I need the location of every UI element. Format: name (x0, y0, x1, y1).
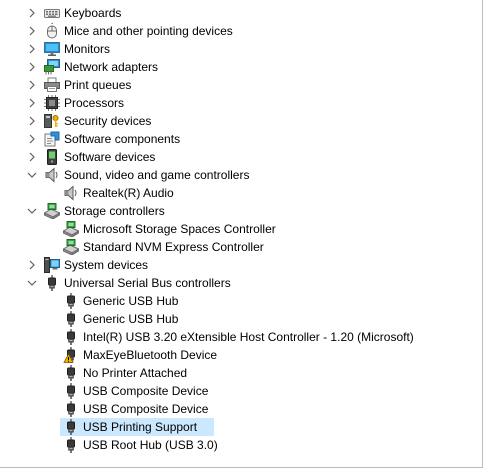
chevron-right-icon[interactable] (24, 22, 40, 40)
tree-item-label: Storage controllers (64, 204, 165, 218)
software-device-icon (44, 149, 60, 165)
tree-category-system-devices[interactable]: System devices (0, 256, 482, 274)
tree-device-no-printer-attached[interactable]: No Printer Attached (0, 364, 482, 382)
tree-device-usb-root-hub-usb-3-0[interactable]: USB Root Hub (USB 3.0) (0, 436, 482, 454)
tree-device-intel-r-usb-3-20-extensible-host-controller-1-20-microsoft[interactable]: Intel(R) USB 3.20 eXtensible Host Contro… (0, 328, 482, 346)
tree-category-print-queues[interactable]: Print queues (0, 76, 482, 94)
chevron-right-icon[interactable] (24, 256, 40, 274)
tree-category-mice-and-other-pointing-devices[interactable]: Mice and other pointing devices (0, 22, 482, 40)
usb-plug-icon (63, 401, 79, 417)
mouse-icon (44, 23, 60, 39)
tree-category-processors[interactable]: Processors (0, 94, 482, 112)
network-adapter-icon (44, 59, 60, 75)
tree-device-standard-nvm-express-controller[interactable]: Standard NVM Express Controller (0, 238, 482, 256)
tree-category-software-devices[interactable]: Software devices (0, 148, 482, 166)
tree-device-microsoft-storage-spaces-controller[interactable]: Microsoft Storage Spaces Controller (0, 220, 482, 238)
usb-plug-icon (63, 293, 79, 309)
chevron-down-icon[interactable] (24, 274, 40, 292)
device-tree[interactable]: Keyboards Mice and other pointing devices… (0, 0, 483, 468)
tree-device-realtek-r-audio[interactable]: Realtek(R) Audio (0, 184, 482, 202)
tree-category-software-components[interactable]: Software components (0, 130, 482, 148)
chevron-right-icon[interactable] (24, 40, 40, 58)
speaker-icon (63, 185, 79, 201)
speaker-icon (44, 167, 60, 183)
keyboard-icon (44, 5, 60, 21)
tree-item-label: MaxEyeBluetooth Device (83, 348, 218, 362)
usb-plug-icon (63, 383, 79, 399)
tree-item-label: Sound, video and game controllers (64, 168, 250, 182)
tree-item-label: Realtek(R) Audio (83, 186, 174, 200)
usb-plug-icon (44, 275, 60, 291)
tree-item-label: Standard NVM Express Controller (83, 240, 264, 254)
tree-item-label: USB Root Hub (USB 3.0) (83, 438, 218, 452)
usb-plug-icon (63, 329, 79, 345)
tree-item-label: No Printer Attached (83, 366, 188, 380)
tree-device-maxeyebluetooth-device[interactable]: MaxEyeBluetooth Device (0, 346, 482, 364)
tree-category-security-devices[interactable]: Security devices (0, 112, 482, 130)
storage-controller-icon (63, 221, 79, 237)
processor-icon (44, 95, 60, 111)
tree-item-label: Universal Serial Bus controllers (64, 276, 231, 290)
security-device-icon (44, 113, 60, 129)
tree-item-label: Mice and other pointing devices (64, 24, 233, 38)
software-component-icon (44, 131, 60, 147)
tree-device-usb-composite-device[interactable]: USB Composite Device (0, 400, 482, 418)
tree-item-label: USB Composite Device (83, 402, 209, 416)
tree-category-storage-controllers[interactable]: Storage controllers (0, 202, 482, 220)
tree-item-label: Network adapters (64, 60, 159, 74)
tree-device-generic-usb-hub[interactable]: Generic USB Hub (0, 292, 482, 310)
storage-controller-icon (44, 203, 60, 219)
tree-item-label: Software components (64, 132, 181, 146)
tree-device-generic-usb-hub[interactable]: Generic USB Hub (0, 310, 482, 328)
tree-item-label: Software devices (64, 150, 156, 164)
tree-item-label: Print queues (64, 78, 132, 92)
tree-item-label: Generic USB Hub (83, 294, 179, 308)
tree-item-label: USB Printing Support (83, 420, 198, 434)
usb-plug-icon (63, 437, 79, 453)
tree-item-label: Monitors (64, 42, 111, 56)
chevron-right-icon[interactable] (24, 58, 40, 76)
tree-item-label: Keyboards (64, 6, 122, 20)
chevron-right-icon[interactable] (24, 112, 40, 130)
tree-item-label: Microsoft Storage Spaces Controller (83, 222, 276, 236)
tree-item-label: Generic USB Hub (83, 312, 179, 326)
tree-item-label: USB Composite Device (83, 384, 209, 398)
tree-item-label: Intel(R) USB 3.20 eXtensible Host Contro… (83, 330, 414, 344)
usb-plug-warning-icon (63, 347, 79, 363)
tree-category-sound-video-and-game-controllers[interactable]: Sound, video and game controllers (0, 166, 482, 184)
tree-category-monitors[interactable]: Monitors (0, 40, 482, 58)
chevron-right-icon[interactable] (24, 130, 40, 148)
chevron-right-icon[interactable] (24, 94, 40, 112)
tree-item-label: System devices (64, 258, 149, 272)
usb-plug-icon (63, 365, 79, 381)
chevron-right-icon[interactable] (24, 148, 40, 166)
storage-controller-icon (63, 239, 79, 255)
chevron-right-icon[interactable] (24, 4, 40, 22)
usb-plug-icon (63, 311, 79, 327)
tree-category-keyboards[interactable]: Keyboards (0, 4, 482, 22)
tree-category-universal-serial-bus-controllers[interactable]: Universal Serial Bus controllers (0, 274, 482, 292)
monitor-icon (44, 41, 60, 57)
tree-device-usb-printing-support[interactable]: USB Printing Support (0, 418, 482, 436)
system-device-icon (44, 257, 60, 273)
printer-icon (44, 77, 60, 93)
tree-item-label: Security devices (64, 114, 152, 128)
chevron-right-icon[interactable] (24, 76, 40, 94)
usb-plug-icon (63, 419, 79, 435)
chevron-down-icon[interactable] (24, 166, 40, 184)
tree-item-label: Processors (64, 96, 125, 110)
tree-category-network-adapters[interactable]: Network adapters (0, 58, 482, 76)
chevron-down-icon[interactable] (24, 202, 40, 220)
tree-device-usb-composite-device[interactable]: USB Composite Device (0, 382, 482, 400)
